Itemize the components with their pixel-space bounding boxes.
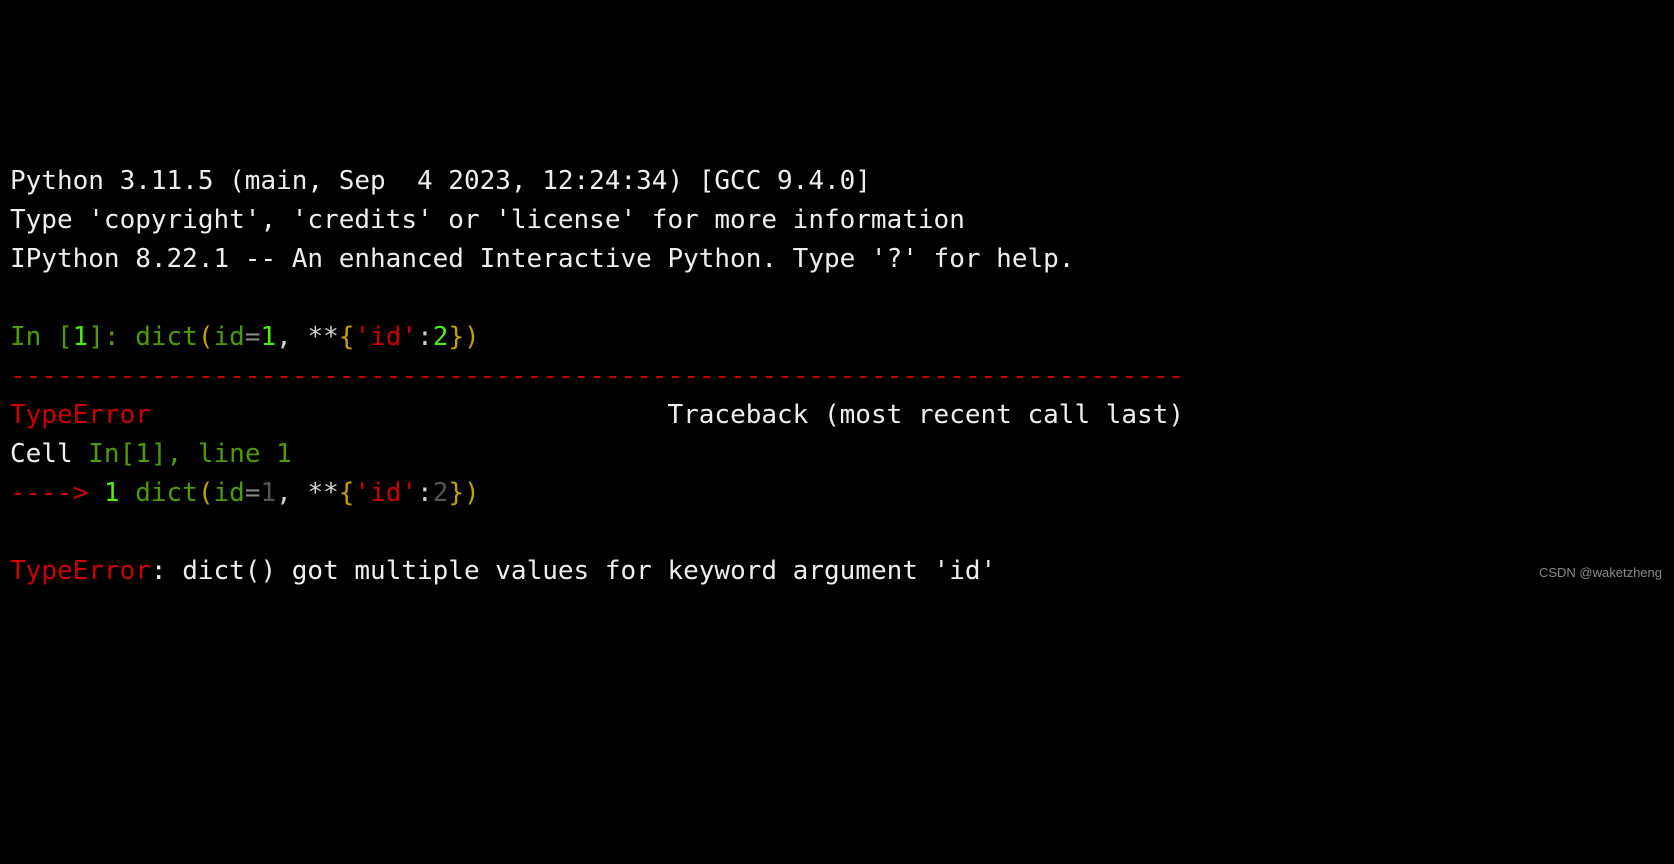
traceback-code-line: ----> 1 dict(id=1, **{'id':2}) [10, 478, 480, 508]
code-val-2: 2 [433, 322, 449, 352]
code-str-id: id [370, 322, 401, 352]
error-msg: : dict() got multiple values for keyword… [151, 556, 996, 586]
traceback-cell-line: Cell In[1], line 1 [10, 439, 292, 469]
code-kw-id: id [214, 322, 245, 352]
tb-code-rbrace: } [448, 478, 464, 508]
terminal[interactable]: Python 3.11.5 (main, Sep 4 2023, 12:24:3… [10, 162, 1664, 591]
traceback-header: TypeError Traceback (most recent call la… [10, 400, 1184, 430]
prompt-in: In [ [10, 322, 73, 352]
cell-in: In[1] [88, 439, 166, 469]
traceback-separator: ----------------------------------------… [10, 361, 1184, 391]
python-help-line: Type 'copyright', 'credits' or 'license'… [10, 205, 965, 235]
ipython-banner-line: IPython 8.22.1 -- An enhanced Interactiv… [10, 244, 1074, 274]
tb-code-val-2: 2 [433, 478, 449, 508]
code-val-1: 1 [261, 322, 277, 352]
error-name: TypeError [10, 400, 151, 430]
code-str-q2: ' [401, 322, 417, 352]
traceback-sp [120, 478, 136, 508]
tb-code-kw-id: id [214, 478, 245, 508]
tb-code-close: ) [464, 478, 480, 508]
tb-code-colon: : [417, 478, 433, 508]
tb-code-lbrace: { [339, 478, 355, 508]
code-str-q1: ' [354, 322, 370, 352]
code-fn: dict [135, 322, 198, 352]
tb-code-str-q2: ' [401, 478, 417, 508]
code-colon: : [417, 322, 433, 352]
code-comma: , [276, 322, 307, 352]
error-name-final: TypeError [10, 556, 151, 586]
tb-code-str-q1: ' [354, 478, 370, 508]
code-star: ** [307, 322, 338, 352]
prompt-index: 1 [73, 322, 89, 352]
tb-code-star: ** [307, 478, 338, 508]
cell-pre: Cell [10, 439, 88, 469]
tb-code-open: ( [198, 478, 214, 508]
cell-post: , line 1 [167, 439, 292, 469]
tb-code-str-id: id [370, 478, 401, 508]
prompt-close: ]: [88, 322, 135, 352]
traceback-right: Traceback (most recent call last) [667, 400, 1184, 430]
code-close-paren: ) [464, 322, 480, 352]
python-version-line: Python 3.11.5 (main, Sep 4 2023, 12:24:3… [10, 166, 871, 196]
watermark: CSDN @waketzheng [1539, 563, 1662, 583]
error-message-line: TypeError: dict() got multiple values fo… [10, 556, 996, 586]
code-eq: = [245, 322, 261, 352]
tb-code-eq: = [245, 478, 261, 508]
traceback-lineno: 1 [104, 478, 120, 508]
input-line: In [1]: dict(id=1, **{'id':2}) [10, 322, 480, 352]
tb-code-val-1: 1 [260, 478, 276, 508]
code-open-paren: ( [198, 322, 214, 352]
traceback-arrow: ----> [10, 478, 104, 508]
code-rbrace: } [448, 322, 464, 352]
tb-code-comma: , [276, 478, 307, 508]
tb-code-fn: dict [135, 478, 198, 508]
code-lbrace: { [339, 322, 355, 352]
